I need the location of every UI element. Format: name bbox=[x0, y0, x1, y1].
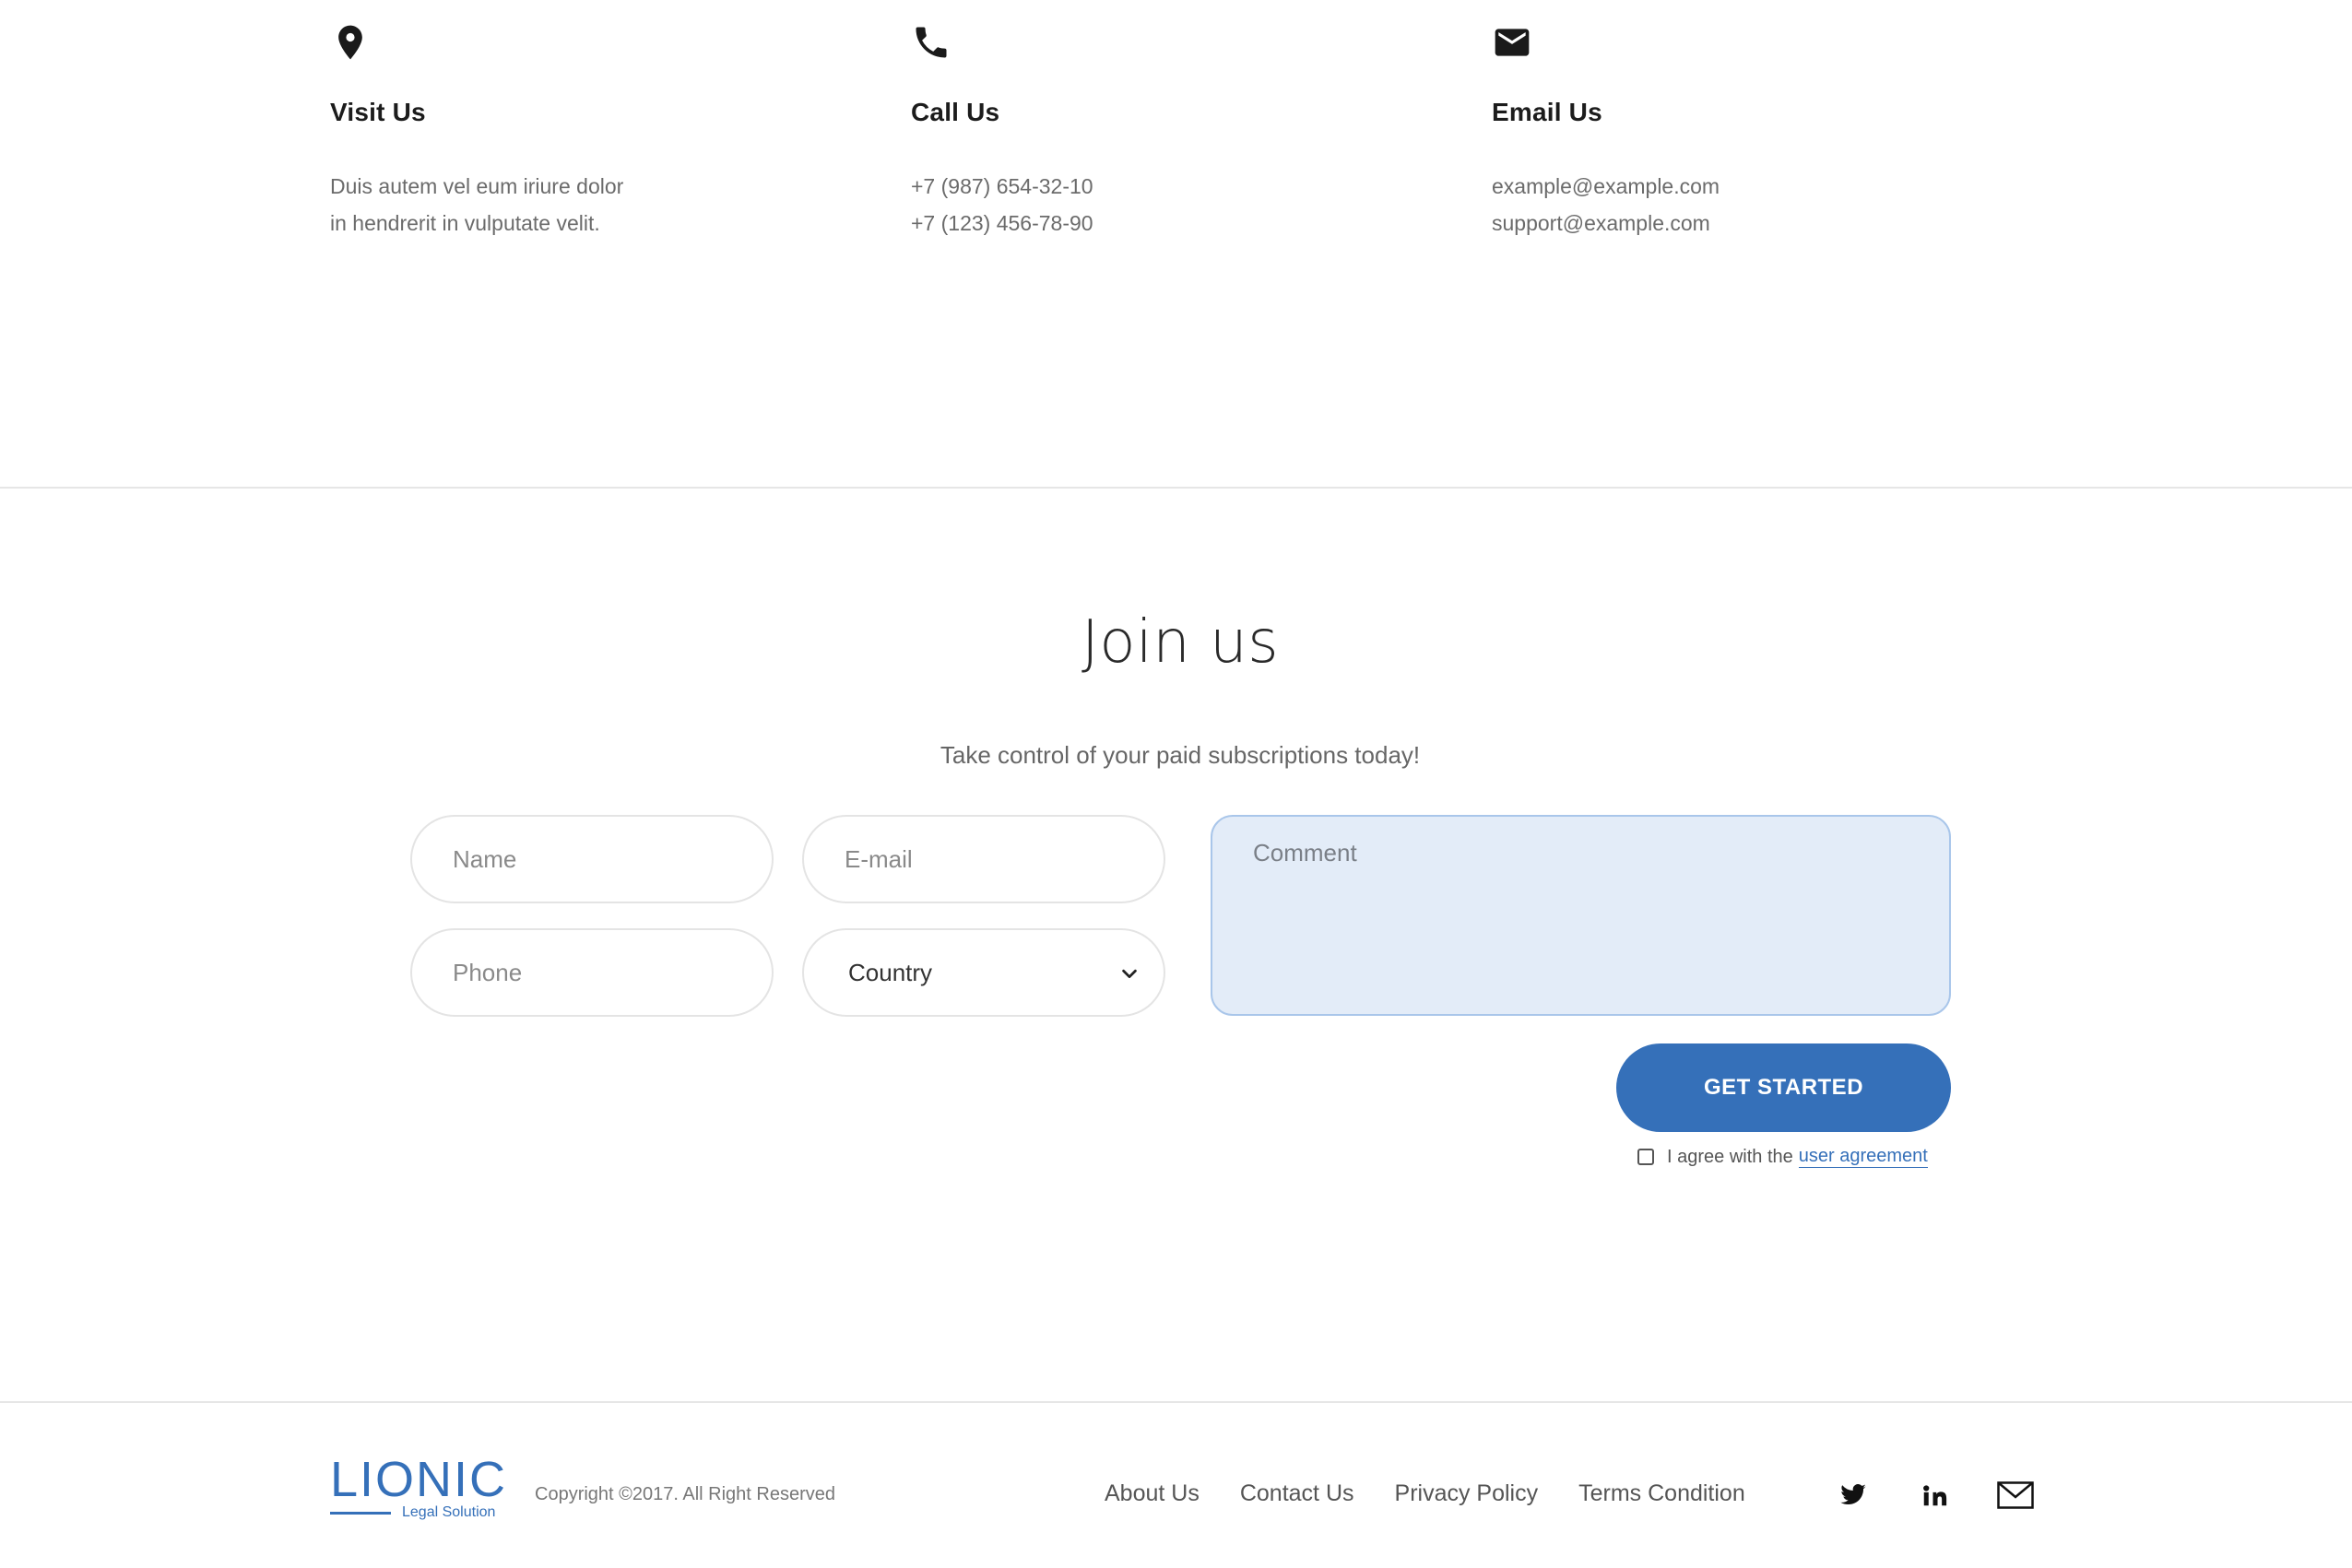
join-subtitle: Take control of your paid subscriptions … bbox=[940, 741, 1421, 769]
name-placeholder: Name bbox=[453, 844, 517, 873]
email-input[interactable]: E-mail bbox=[802, 815, 1165, 903]
nav-privacy-policy[interactable]: Privacy Policy bbox=[1395, 1480, 1539, 1507]
email-title: Email Us bbox=[1492, 98, 1602, 126]
email-text: example@example.com support@example.com bbox=[1492, 168, 2008, 242]
email-address-1[interactable]: example@example.com bbox=[1492, 168, 2008, 205]
section-divider bbox=[0, 487, 2352, 489]
visit-line-1: Duis autem vel eum iriure dolor bbox=[330, 174, 624, 198]
comment-textarea[interactable]: Comment bbox=[1211, 815, 1951, 1016]
comment-placeholder: Comment bbox=[1253, 839, 1357, 867]
phone-number-1[interactable]: +7 (987) 654-32-10 bbox=[911, 168, 1427, 205]
contact-visit: Visit Us Duis autem vel eum iriure dolor… bbox=[330, 22, 846, 242]
social-links bbox=[1833, 1479, 2076, 1512]
linkedin-icon[interactable] bbox=[1914, 1479, 1955, 1512]
map-pin-icon bbox=[330, 22, 371, 63]
visit-title: Visit Us bbox=[330, 98, 426, 126]
phone-placeholder: Phone bbox=[453, 958, 523, 986]
logo-tagline: Legal Solution bbox=[402, 1504, 496, 1520]
agree-checkbox[interactable] bbox=[1637, 1149, 1654, 1165]
footer-divider bbox=[0, 1401, 2352, 1403]
envelope-icon bbox=[1492, 22, 1532, 63]
mail-icon[interactable] bbox=[1995, 1479, 2036, 1512]
email-address-2[interactable]: support@example.com bbox=[1492, 205, 2008, 242]
join-title: Join us bbox=[1081, 608, 1280, 677]
lionic-logo[interactable]: LIONIC Legal Solution bbox=[330, 1452, 508, 1525]
country-selected-value: Country bbox=[848, 958, 933, 986]
visit-line-2: in hendrerit in vulputate velit. bbox=[330, 211, 600, 235]
email-placeholder: E-mail bbox=[845, 844, 913, 873]
agreement-row: I agree with the user agreement bbox=[1637, 1143, 1928, 1171]
copyright-text: Copyright ©2017. All Right Reserved bbox=[535, 1484, 836, 1504]
name-input[interactable]: Name bbox=[410, 815, 774, 903]
logo-name: LIONIC bbox=[330, 1452, 508, 1507]
footer-nav: About Us Contact Us Privacy Policy Terms… bbox=[1105, 1480, 1786, 1507]
nav-terms-condition[interactable]: Terms Condition bbox=[1578, 1480, 1745, 1507]
logo-rule bbox=[330, 1511, 391, 1515]
twitter-icon[interactable] bbox=[1833, 1479, 1873, 1512]
call-title: Call Us bbox=[911, 98, 1000, 126]
country-select[interactable]: Country bbox=[802, 928, 1165, 1017]
visit-text: Duis autem vel eum iriure dolor in hendr… bbox=[330, 168, 846, 242]
contact-call: Call Us +7 (987) 654-32-10 +7 (123) 456-… bbox=[911, 22, 1427, 242]
chevron-down-icon bbox=[1119, 961, 1140, 982]
contact-info-section: Visit Us Duis autem vel eum iriure dolor… bbox=[0, 0, 2352, 487]
contact-email: Email Us example@example.com support@exa… bbox=[1492, 22, 2008, 242]
phone-input[interactable]: Phone bbox=[410, 928, 774, 1017]
user-agreement-link[interactable]: user agreement bbox=[1798, 1146, 1928, 1168]
agree-text: I agree with the bbox=[1667, 1146, 1793, 1167]
nav-about-us[interactable]: About Us bbox=[1105, 1480, 1200, 1507]
phone-icon bbox=[911, 22, 951, 63]
call-text: +7 (987) 654-32-10 +7 (123) 456-78-90 bbox=[911, 168, 1427, 242]
page: Visit Us Duis autem vel eum iriure dolor… bbox=[0, 0, 2352, 1568]
phone-number-2[interactable]: +7 (123) 456-78-90 bbox=[911, 205, 1427, 242]
nav-contact-us[interactable]: Contact Us bbox=[1240, 1480, 1354, 1507]
get-started-button[interactable]: GET STARTED bbox=[1616, 1043, 1951, 1132]
